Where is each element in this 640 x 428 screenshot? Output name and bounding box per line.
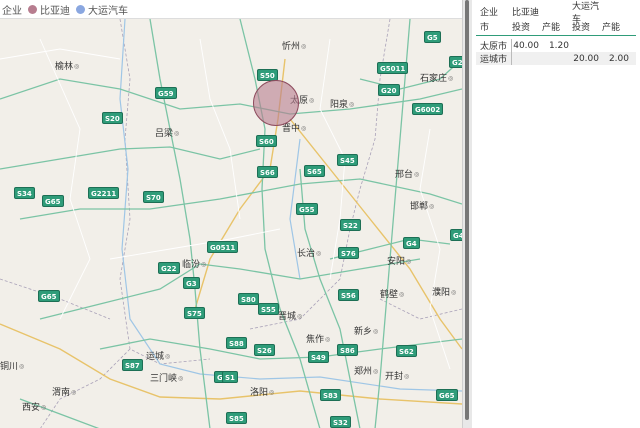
city-handan: 邯郸 [410, 199, 434, 212]
legend-item-dayun[interactable]: 大运汽车 [76, 2, 128, 17]
row-city: 太原市 [476, 39, 512, 52]
highway-shield: G25 [449, 56, 462, 68]
highway-shield: G59 [155, 87, 177, 99]
dashboard-root: 企业 比亚迪 大运汽车 忻州 ◎ 石家庄 ◎ 榆林 ◎ 太原 ◎ 阳泉 ◎ 吕梁… [0, 0, 640, 428]
highway-shield: G0511 [207, 241, 239, 253]
highway-shield: S22 [340, 219, 361, 231]
table-body: 太原市 40.00 1.20 运城市 20.00 2.00 [476, 39, 636, 65]
highway-shield: S76 [338, 247, 359, 259]
highway-shield: G5 [424, 31, 441, 43]
highway-shield: S32 [330, 416, 351, 428]
highway-shield: G65 [38, 290, 60, 302]
city-kaifeng: 开封 [385, 369, 409, 382]
highway-shield: S45 [337, 154, 358, 166]
city-hebi: 鹤壁 [380, 287, 404, 300]
highway-shield: S49 [308, 351, 329, 363]
highway-shield: S65 [304, 165, 325, 177]
header-cell: 企业 [480, 8, 499, 18]
bubble-taiyuan-byd[interactable] [253, 80, 299, 126]
highway-shield: G22 [158, 262, 180, 274]
highway-shield: G65 [436, 389, 458, 401]
city-weinan: 渭南 [52, 385, 76, 398]
table-header-row: 企业 比亚迪 大运汽车 [476, 2, 636, 25]
city-yangquan: 阳泉 [330, 97, 354, 110]
legend-item-byd[interactable]: 比亚迪 [28, 2, 70, 17]
cell-byd-capacity: 1.20 [548, 40, 569, 51]
highway-shield: S55 [258, 303, 279, 315]
legend-field-label: 企业 [2, 5, 22, 17]
city-shijiazhuang: 石家庄 [420, 71, 453, 84]
table-header: 企业 比亚迪 大运汽车 市 投资 产能 投资 产能 [476, 2, 636, 36]
legend-dot-byd [28, 4, 37, 14]
cell-dy-capacity: 2.00 [608, 53, 629, 64]
highway-shield: S70 [143, 191, 164, 203]
legend-dot-dayun [76, 4, 85, 14]
highway-shield: G6002 [412, 103, 444, 115]
header-cell[interactable]: 产能 [602, 20, 632, 33]
highway-shield: G65 [42, 195, 64, 207]
highway-shield: S62 [396, 345, 417, 357]
highway-shield: S85 [226, 412, 247, 424]
city-jincheng: 晋城 [278, 309, 302, 322]
map-canvas[interactable]: 忻州 石家庄 榆林 太原 阳泉 吕梁 晋中 邢台 邯郸 长治 安阳 临汾 鹤壁 … [0, 18, 462, 428]
table-row[interactable]: 太原市 40.00 1.20 [476, 39, 636, 52]
city-sanmenxia: 三门峡 [150, 371, 183, 384]
city-xinxiang: 新乡 [354, 324, 378, 337]
highway-shield: G55 [296, 203, 318, 215]
highway-shield: S88 [226, 337, 247, 349]
city-yulin: 榆林 [55, 59, 79, 72]
header-cell: 市 [480, 23, 490, 33]
table-header-row: 市 投资 产能 投资 产能 [476, 19, 636, 34]
header-cell[interactable]: 产能 [542, 20, 572, 33]
city-puyang: 濮阳 [432, 285, 456, 298]
city-tongchuan: 铜川 [0, 359, 24, 372]
highway-shield: S83 [320, 389, 341, 401]
highway-shield: G5011 [377, 62, 409, 74]
highway-shield: S26 [254, 344, 275, 356]
highway-shield: G2211 [88, 187, 120, 199]
highway-shield: S20 [102, 112, 123, 124]
highway-shield: S80 [238, 293, 259, 305]
map-legend: 企业 比亚迪 大运汽车 [0, 0, 462, 18]
highway-shield: S66 [257, 166, 278, 178]
table-row[interactable]: 运城市 20.00 2.00 [476, 52, 636, 65]
header-cell[interactable]: 投资 [572, 20, 602, 33]
city-changzhi: 长治 [297, 246, 321, 259]
highway-shield: S60 [256, 135, 277, 147]
map-roads [0, 19, 462, 428]
map-scrollbar[interactable] [465, 0, 469, 420]
legend-label-byd: 比亚迪 [40, 5, 70, 17]
city-xingtai: 邢台 [395, 167, 419, 180]
city-lvliang: 吕梁 [155, 126, 179, 139]
highway-shield: S1 [222, 371, 238, 383]
city-zhengzhou: 郑州 [354, 364, 378, 377]
legend-label-dayun: 大运汽车 [88, 5, 128, 17]
highway-shield: G4 [403, 237, 420, 249]
highway-shield: S87 [122, 359, 143, 371]
header-cell[interactable]: 投资 [512, 20, 542, 33]
city-xinzhou: 忻州 [282, 39, 306, 52]
data-table: 企业 比亚迪 大运汽车 市 投资 产能 投资 产能 太原市 40.00 1.20 [476, 2, 636, 65]
highway-shield: S56 [338, 289, 359, 301]
highway-shield: G3 [183, 277, 200, 289]
cell-dy-invest: 20.00 [573, 53, 599, 64]
city-anyang: 安阳 [387, 254, 411, 267]
highway-shield: G45 [450, 229, 462, 241]
city-xian: 西安 [22, 400, 46, 413]
cell-byd-invest: 40.00 [513, 40, 539, 51]
header-cell[interactable]: 比亚迪 [512, 5, 542, 18]
city-yuncheng: 运城 [146, 349, 170, 362]
city-jiaozuo: 焦作 [306, 332, 330, 345]
row-city: 运城市 [476, 52, 512, 65]
highway-shield: S75 [184, 307, 205, 319]
highway-shield: G20 [378, 84, 400, 96]
city-luoyang: 洛阳 [250, 385, 274, 398]
highway-shield: S34 [14, 187, 35, 199]
highway-shield: S86 [337, 344, 358, 356]
city-linfen: 临汾 [182, 257, 206, 270]
